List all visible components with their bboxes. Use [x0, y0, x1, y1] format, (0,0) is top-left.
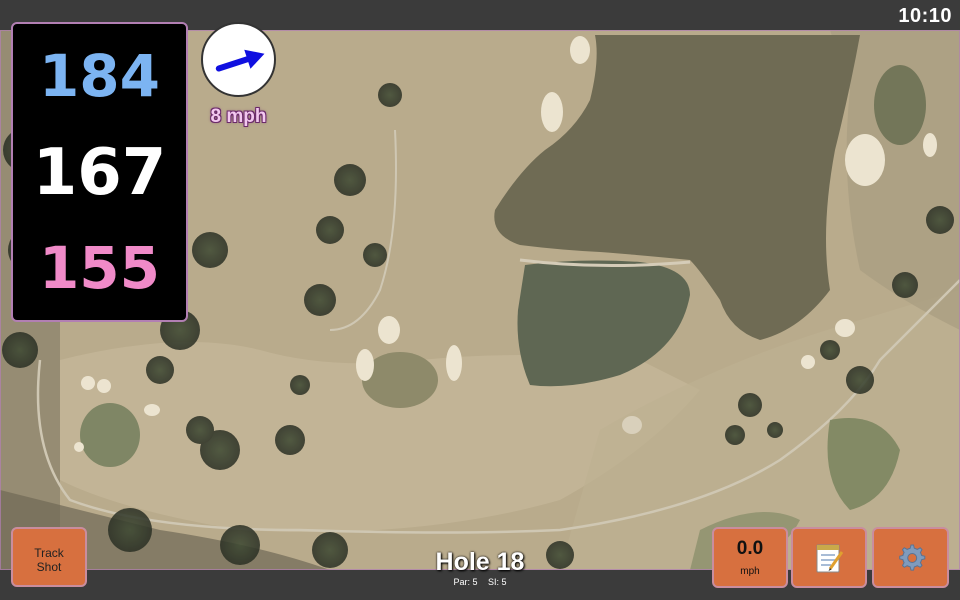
speed-value: 0.0	[736, 538, 764, 559]
distance-back-yards: 184	[38, 42, 161, 110]
track-shot-label-line1: Track	[34, 546, 64, 560]
clock: 10:10	[898, 5, 952, 27]
speed-unit: mph	[740, 566, 760, 577]
wind-speed-label: 8 mph	[210, 106, 267, 127]
distance-front-yards: 155	[38, 234, 161, 302]
hole-par: Par: 5	[453, 577, 478, 587]
speed-button[interactable]: 0.0 mph	[712, 527, 788, 588]
track-shot-label-line2: Shot	[36, 560, 62, 574]
notepad-icon	[816, 544, 844, 573]
notes-button[interactable]	[791, 527, 867, 588]
golf-gps-app: 10:10 184 167 155 8 mph Track Shot Hole …	[0, 0, 960, 600]
hole-meta: Par: 5 SI: 5	[380, 577, 580, 587]
distance-middle-yards: 167	[32, 136, 167, 210]
settings-button[interactable]	[872, 527, 949, 588]
track-shot-button[interactable]: Track Shot	[11, 527, 87, 587]
hole-title: Hole 18	[435, 548, 525, 576]
wind-indicator	[201, 22, 276, 97]
hole-stroke-index: SI: 5	[488, 577, 507, 587]
wind-direction-arrow-icon	[215, 49, 265, 72]
distance-panel: 184 167 155	[11, 22, 188, 322]
gear-icon	[899, 544, 926, 571]
